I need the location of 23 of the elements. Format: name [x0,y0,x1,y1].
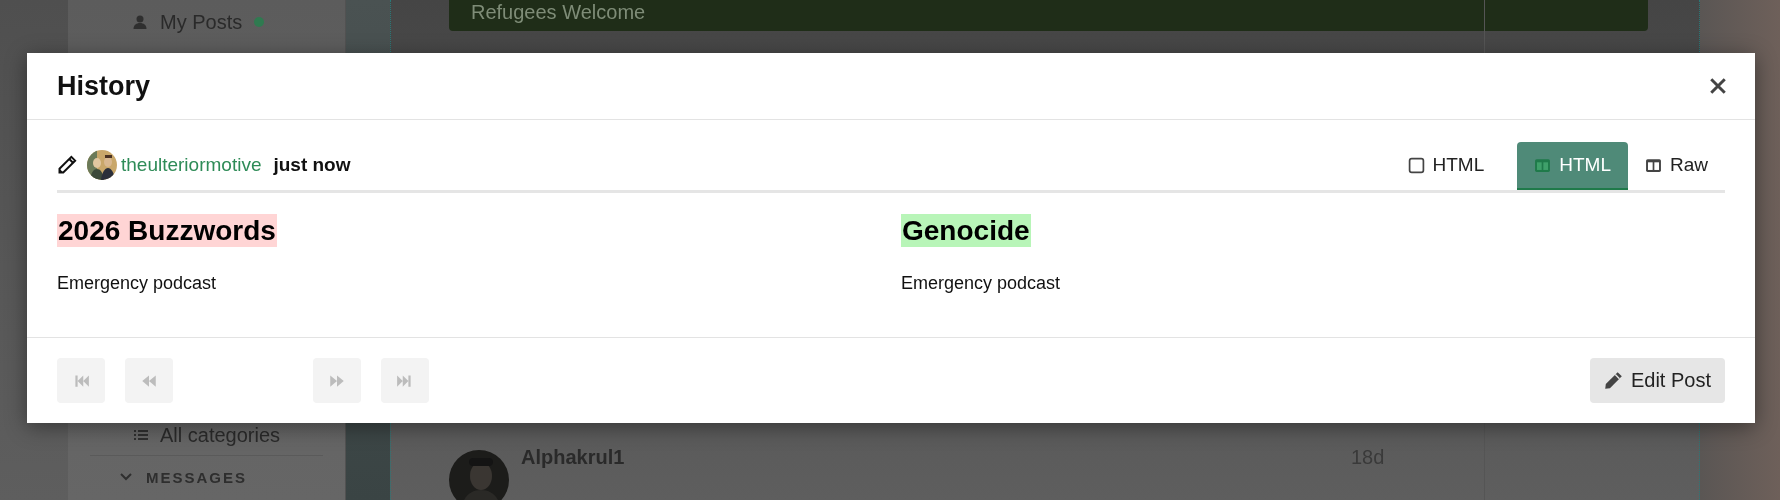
pencil-icon [1603,371,1623,390]
view-tab[interactable]: HTML [1517,142,1628,190]
edit-post-button[interactable]: Edit Post [1589,358,1725,403]
diff-heading: Genocide [901,213,1031,247]
chevron-icon[interactable] [120,473,132,481]
revision-time: just now [273,154,351,176]
close-icon[interactable] [1709,77,1727,95]
square-icon [1407,156,1425,174]
diff-text: Emergency podcast [901,273,1061,294]
section-heading: MESSAGES [146,468,248,486]
view-tab[interactable]: HTML [1390,142,1502,190]
pencil-icon [57,155,77,175]
author-link[interactable]: theulteriormotive [121,154,262,176]
person-icon [132,14,148,30]
dialog-title: History [57,70,151,102]
columns-icon [1534,156,1552,174]
diff-text: Emergency podcast [57,273,217,294]
sidebar-item[interactable]: All categories [160,423,281,447]
columns-icon [1645,156,1662,174]
banner-text: Refugees Welcome [471,1,646,24]
view-tab[interactable]: Raw [1628,142,1725,190]
diff-heading: 2026 Buzzwords [57,213,277,247]
list-icon [134,430,148,440]
